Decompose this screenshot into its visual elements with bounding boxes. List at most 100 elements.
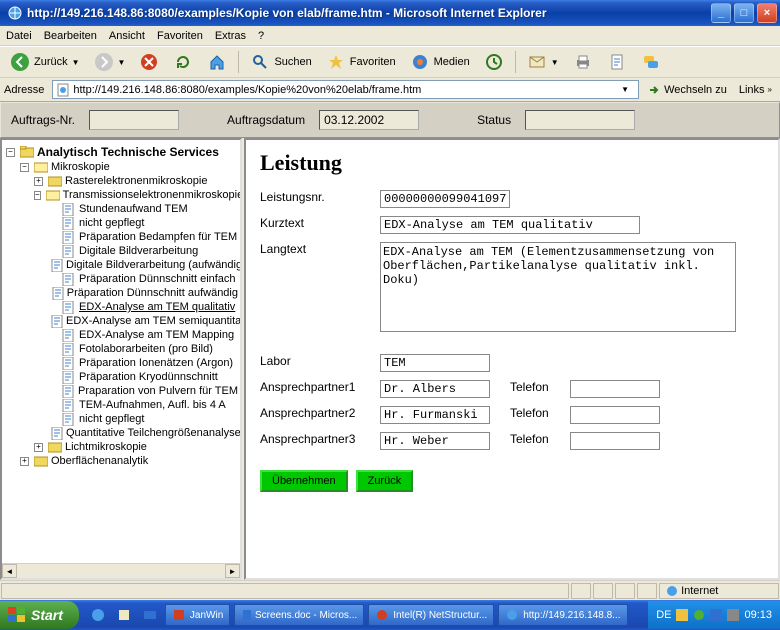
tray-icon[interactable] [710,609,722,621]
menu-favoriten[interactable]: Favoriten [157,30,203,42]
zone-cell: Internet [659,583,779,599]
lang-field[interactable] [380,242,736,332]
tree-tem[interactable]: −Transmissionselektronenmikroskopie [34,188,238,202]
print-button[interactable] [567,50,599,74]
tree-item[interactable]: Stundenaufwand TEM [48,202,238,216]
tel2-field[interactable] [570,406,660,424]
quicklaunch-3[interactable] [139,604,161,626]
datum-field[interactable] [319,110,419,130]
quicklaunch-1[interactable] [87,604,109,626]
tree-item[interactable]: EDX-Analyse am TEM semiquantitativ [48,314,238,328]
clock[interactable]: 09:13 [744,609,772,621]
star-icon [326,52,346,72]
close-button[interactable]: × [757,3,777,23]
status-field[interactable] [525,110,635,130]
tree-item[interactable]: Digitale Bildverarbeitung (aufwändig) [48,258,238,272]
home-icon [207,52,227,72]
lang-label: Langtext [260,242,380,256]
tree-item[interactable]: EDX-Analyse am TEM Mapping [48,328,238,342]
minimize-button[interactable]: _ [711,3,731,23]
tree-item[interactable]: Präparation Ionenätzen (Argon) [48,356,238,370]
a3-field[interactable] [380,432,490,450]
stop-button[interactable] [133,50,165,74]
tree-panel: −Analytisch Technische Services −Mikrosk… [0,138,242,580]
tree-root[interactable]: −Analytisch Technische Services [6,144,238,160]
discuss-icon [641,52,661,72]
task-2[interactable]: Screens.doc - Micros... [234,604,364,626]
stop-icon [139,52,159,72]
auftrag-label: Auftrags-Nr. [11,113,75,127]
tree-rem[interactable]: +Rasterelektronenmikroskopie [34,174,238,188]
tree-item[interactable]: Fotolaborarbeiten (pro Bild) [48,342,238,356]
links-button[interactable]: Links » [735,84,776,96]
tree-item[interactable]: TEM-Aufnahmen, Aufl. bis 4 A [48,398,238,412]
task-1[interactable]: JanWin [165,604,230,626]
discuss-button[interactable] [635,50,667,74]
mail-button[interactable]: ▼ [521,50,565,74]
menu-help[interactable]: ? [258,30,264,42]
tree-item[interactable]: Präparation Bedampfen für TEM [48,230,238,244]
tray-icon[interactable] [676,609,688,621]
search-button[interactable]: Suchen [244,50,317,74]
address-field[interactable]: http://149.216.148.86:8080/examples/Kopi… [52,80,639,99]
tray-icon[interactable] [727,609,739,621]
task-3[interactable]: Intel(R) NetStructur... [368,604,494,626]
windows-icon [8,607,26,623]
tree-mikroskopie[interactable]: −Mikroskopie [20,160,238,174]
back-button[interactable]: Zurück ▼ [4,50,86,74]
tel3-field[interactable] [570,432,660,450]
tree-item[interactable]: Präparation Dünnschnitt einfach [48,272,238,286]
tray-icon[interactable] [693,609,705,621]
lang-indicator[interactable]: DE [656,609,671,621]
nr-field[interactable] [380,190,510,208]
a1-field[interactable] [380,380,490,398]
forward-button[interactable]: ▼ [88,50,132,74]
go-button[interactable]: Wechseln zu [643,83,731,97]
kurz-field[interactable] [380,216,640,234]
quicklaunch-2[interactable] [113,604,135,626]
media-button[interactable]: Medien [404,50,476,74]
dropdown-icon[interactable]: ▼ [621,85,635,94]
home-button[interactable] [201,50,233,74]
a2-label: Ansprechpartner2 [260,406,380,420]
tree-item[interactable]: nicht gepflegt [48,412,238,426]
tree-item[interactable]: Präparation Dünnschnitt aufwändig [48,286,238,300]
tree-item[interactable]: Praparation von Pulvern für TEM [48,384,238,398]
a3-label: Ansprechpartner3 [260,432,380,446]
menu-bearbeiten[interactable]: Bearbeiten [44,30,97,42]
edit-button[interactable] [601,50,633,74]
statusbar: Internet [0,580,780,600]
menu-datei[interactable]: Datei [6,30,32,42]
a2-field[interactable] [380,406,490,424]
refresh-button[interactable] [167,50,199,74]
labor-field[interactable] [380,354,490,372]
tree-item[interactable]: Präparation Kryodünnschnitt [48,370,238,384]
task-4[interactable]: http://149.216.148.8... [498,604,627,626]
tree-item[interactable]: EDX-Analyse am TEM qualitativ [48,300,238,314]
tree-scrollbar[interactable]: ◄► [2,563,240,578]
tel1-field[interactable] [570,380,660,398]
menu-extras[interactable]: Extras [215,30,246,42]
media-icon [410,52,430,72]
a1-label: Ansprechpartner1 [260,380,380,394]
tree-item[interactable]: Digitale Bildverarbeitung [48,244,238,258]
folder-icon [20,146,34,158]
status-cell [1,583,569,599]
start-button[interactable]: Start [0,601,79,629]
document-icon [62,413,76,425]
submit-button[interactable]: Übernehmen [260,470,348,492]
tree-item[interactable]: nicht gepflegt [48,216,238,230]
menu-ansicht[interactable]: Ansicht [109,30,145,42]
document-icon [51,315,63,327]
tree-item[interactable]: Quantitative Teilchengrößenanalyse [48,426,238,440]
tree-oberfl[interactable]: +Oberflächenanalytik [20,454,238,468]
kurz-label: Kurztext [260,216,380,230]
back-button[interactable]: Zurück [356,470,414,492]
document-icon [62,371,76,383]
auftrag-field[interactable] [89,110,179,130]
favorites-button[interactable]: Favoriten [320,50,402,74]
datum-label: Auftragsdatum [227,113,305,127]
history-button[interactable] [478,50,510,74]
tree-licht[interactable]: +Lichtmikroskopie [34,440,238,454]
maximize-button[interactable]: □ [734,3,754,23]
